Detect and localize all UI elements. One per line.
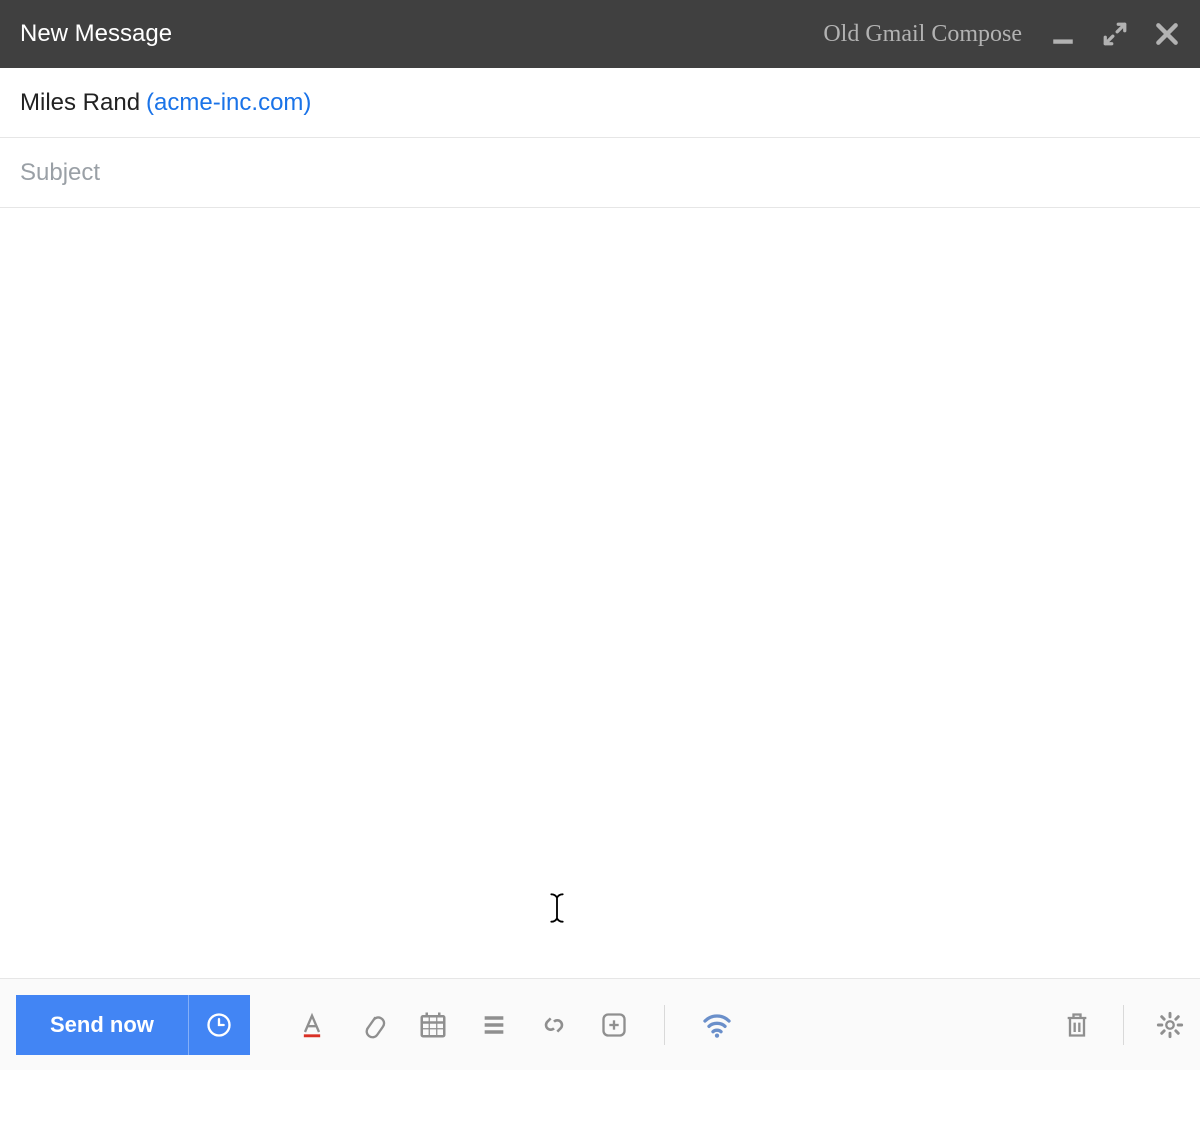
minimize-icon[interactable] xyxy=(1050,21,1076,47)
send-now-button[interactable]: Send now xyxy=(16,995,188,1055)
recipient-domain: (acme-inc.com) xyxy=(146,89,311,117)
attachment-icon[interactable] xyxy=(358,1011,386,1039)
recipient-field[interactable]: Miles Rand (acme-inc.com) xyxy=(0,68,1200,138)
recipient-name: Miles Rand xyxy=(20,89,140,117)
close-icon[interactable] xyxy=(1154,21,1180,47)
settings-gear-icon[interactable] xyxy=(1156,1011,1184,1039)
send-later-button[interactable] xyxy=(188,995,250,1055)
text-cursor-icon xyxy=(548,892,566,929)
window-controls xyxy=(1050,21,1180,47)
compose-toolbar: Send now xyxy=(0,978,1200,1070)
compose-title: New Message xyxy=(20,20,823,48)
send-button-group: Send now xyxy=(16,995,250,1055)
toolbar-right xyxy=(1063,1005,1184,1045)
subject-row xyxy=(0,138,1200,208)
wifi-icon[interactable] xyxy=(701,1009,733,1041)
formatting-tools xyxy=(298,1005,733,1045)
trash-icon[interactable] xyxy=(1063,1011,1091,1039)
compose-header: New Message Old Gmail Compose xyxy=(0,0,1200,68)
text-format-icon[interactable] xyxy=(298,1011,326,1039)
compose-body[interactable] xyxy=(0,208,1200,978)
list-icon[interactable] xyxy=(480,1011,508,1039)
calendar-icon[interactable] xyxy=(418,1010,448,1040)
old-compose-link[interactable]: Old Gmail Compose xyxy=(823,21,1022,48)
expand-icon[interactable] xyxy=(1102,21,1128,47)
subject-input[interactable] xyxy=(20,159,1180,187)
toolbar-divider xyxy=(664,1005,665,1045)
insert-plus-icon[interactable] xyxy=(600,1011,628,1039)
toolbar-divider-right xyxy=(1123,1005,1124,1045)
link-icon[interactable] xyxy=(540,1011,568,1039)
